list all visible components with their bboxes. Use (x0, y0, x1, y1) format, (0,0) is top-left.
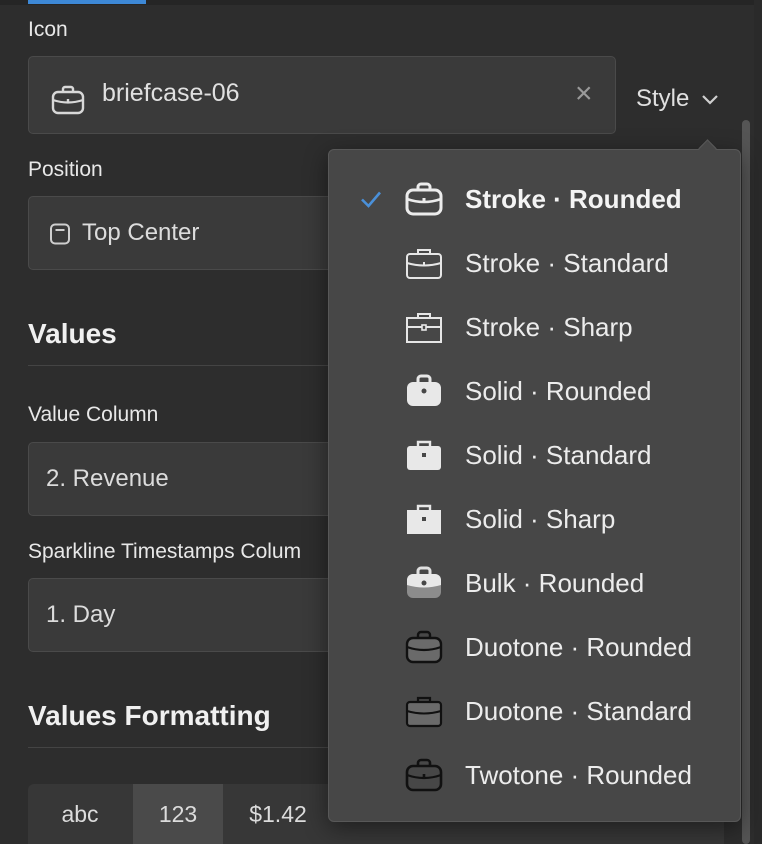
briefcase-stroke-standard-icon (405, 246, 443, 280)
checkmark-icon (359, 187, 383, 211)
briefcase-solid-standard-icon (405, 438, 443, 472)
style-button-label: Style (636, 85, 690, 112)
values-heading: Values (28, 318, 117, 349)
format-number-button[interactable]: 123 (133, 784, 223, 844)
icon-field-value: briefcase-06 (102, 79, 240, 107)
style-option-stroke-standard[interactable]: Stroke · Standard (329, 231, 740, 295)
icon-label: Icon (28, 18, 68, 41)
style-dropdown-menu: Stroke · Rounded Stroke · Standard Strok… (328, 149, 741, 822)
style-option-label: Stroke · Standard (465, 248, 669, 278)
briefcase-stroke-rounded-icon (405, 182, 443, 216)
format-text-button[interactable]: abc (28, 784, 132, 844)
position-top-center-icon (49, 223, 71, 245)
briefcase-twotone-rounded-icon (405, 758, 443, 792)
icon-field[interactable]: briefcase-06 × (28, 56, 616, 134)
briefcase-duotone-rounded-icon (405, 630, 443, 664)
style-option-twotone-rounded[interactable]: Twotone · Rounded (329, 743, 740, 807)
style-option-label: Solid · Rounded (465, 376, 652, 406)
position-label: Position (28, 158, 103, 181)
style-option-bulk-rounded[interactable]: Bulk · Rounded (329, 551, 740, 615)
briefcase-duotone-standard-icon (405, 694, 443, 728)
chevron-down-icon (701, 93, 719, 105)
style-option-stroke-sharp[interactable]: Stroke · Sharp (329, 295, 740, 359)
style-option-label: Duotone · Standard (465, 696, 692, 726)
style-button[interactable]: Style (636, 84, 719, 114)
active-tab-indicator (28, 0, 146, 4)
briefcase-solid-sharp-icon (405, 502, 443, 536)
style-option-label: Stroke · Sharp (465, 312, 633, 342)
style-option-duotone-standard[interactable]: Duotone · Standard (329, 679, 740, 743)
briefcase-solid-rounded-icon (405, 374, 443, 408)
values-formatting-heading: Values Formatting (28, 700, 271, 731)
style-option-stroke-rounded[interactable]: Stroke · Rounded (329, 167, 740, 231)
panel-right-edge (754, 0, 762, 844)
briefcase-bulk-rounded-icon (405, 566, 443, 600)
style-option-label: Twotone · Rounded (465, 760, 692, 790)
style-option-label: Duotone · Rounded (465, 632, 692, 662)
style-option-label: Stroke · Rounded (465, 184, 682, 214)
style-option-solid-sharp[interactable]: Solid · Sharp (329, 487, 740, 551)
format-currency-button[interactable]: $1.42 (224, 784, 332, 844)
briefcase-stroke-sharp-icon (405, 310, 443, 344)
style-option-solid-standard[interactable]: Solid · Standard (329, 423, 740, 487)
sparkline-label: Sparkline Timestamps Colum (28, 540, 302, 563)
style-option-label: Solid · Standard (465, 440, 652, 470)
clear-icon[interactable]: × (575, 77, 593, 111)
value-column-label: Value Column (28, 403, 159, 426)
value-column-value: 2. Revenue (46, 465, 169, 492)
position-value: Top Center (82, 219, 200, 246)
briefcase-icon (51, 85, 85, 115)
style-option-solid-rounded[interactable]: Solid · Rounded (329, 359, 740, 423)
style-option-label: Bulk · Rounded (465, 568, 645, 598)
style-option-duotone-rounded[interactable]: Duotone · Rounded (329, 615, 740, 679)
sparkline-value: 1. Day (46, 601, 116, 628)
style-option-label: Solid · Sharp (465, 504, 616, 534)
vertical-scrollbar[interactable] (742, 120, 750, 844)
